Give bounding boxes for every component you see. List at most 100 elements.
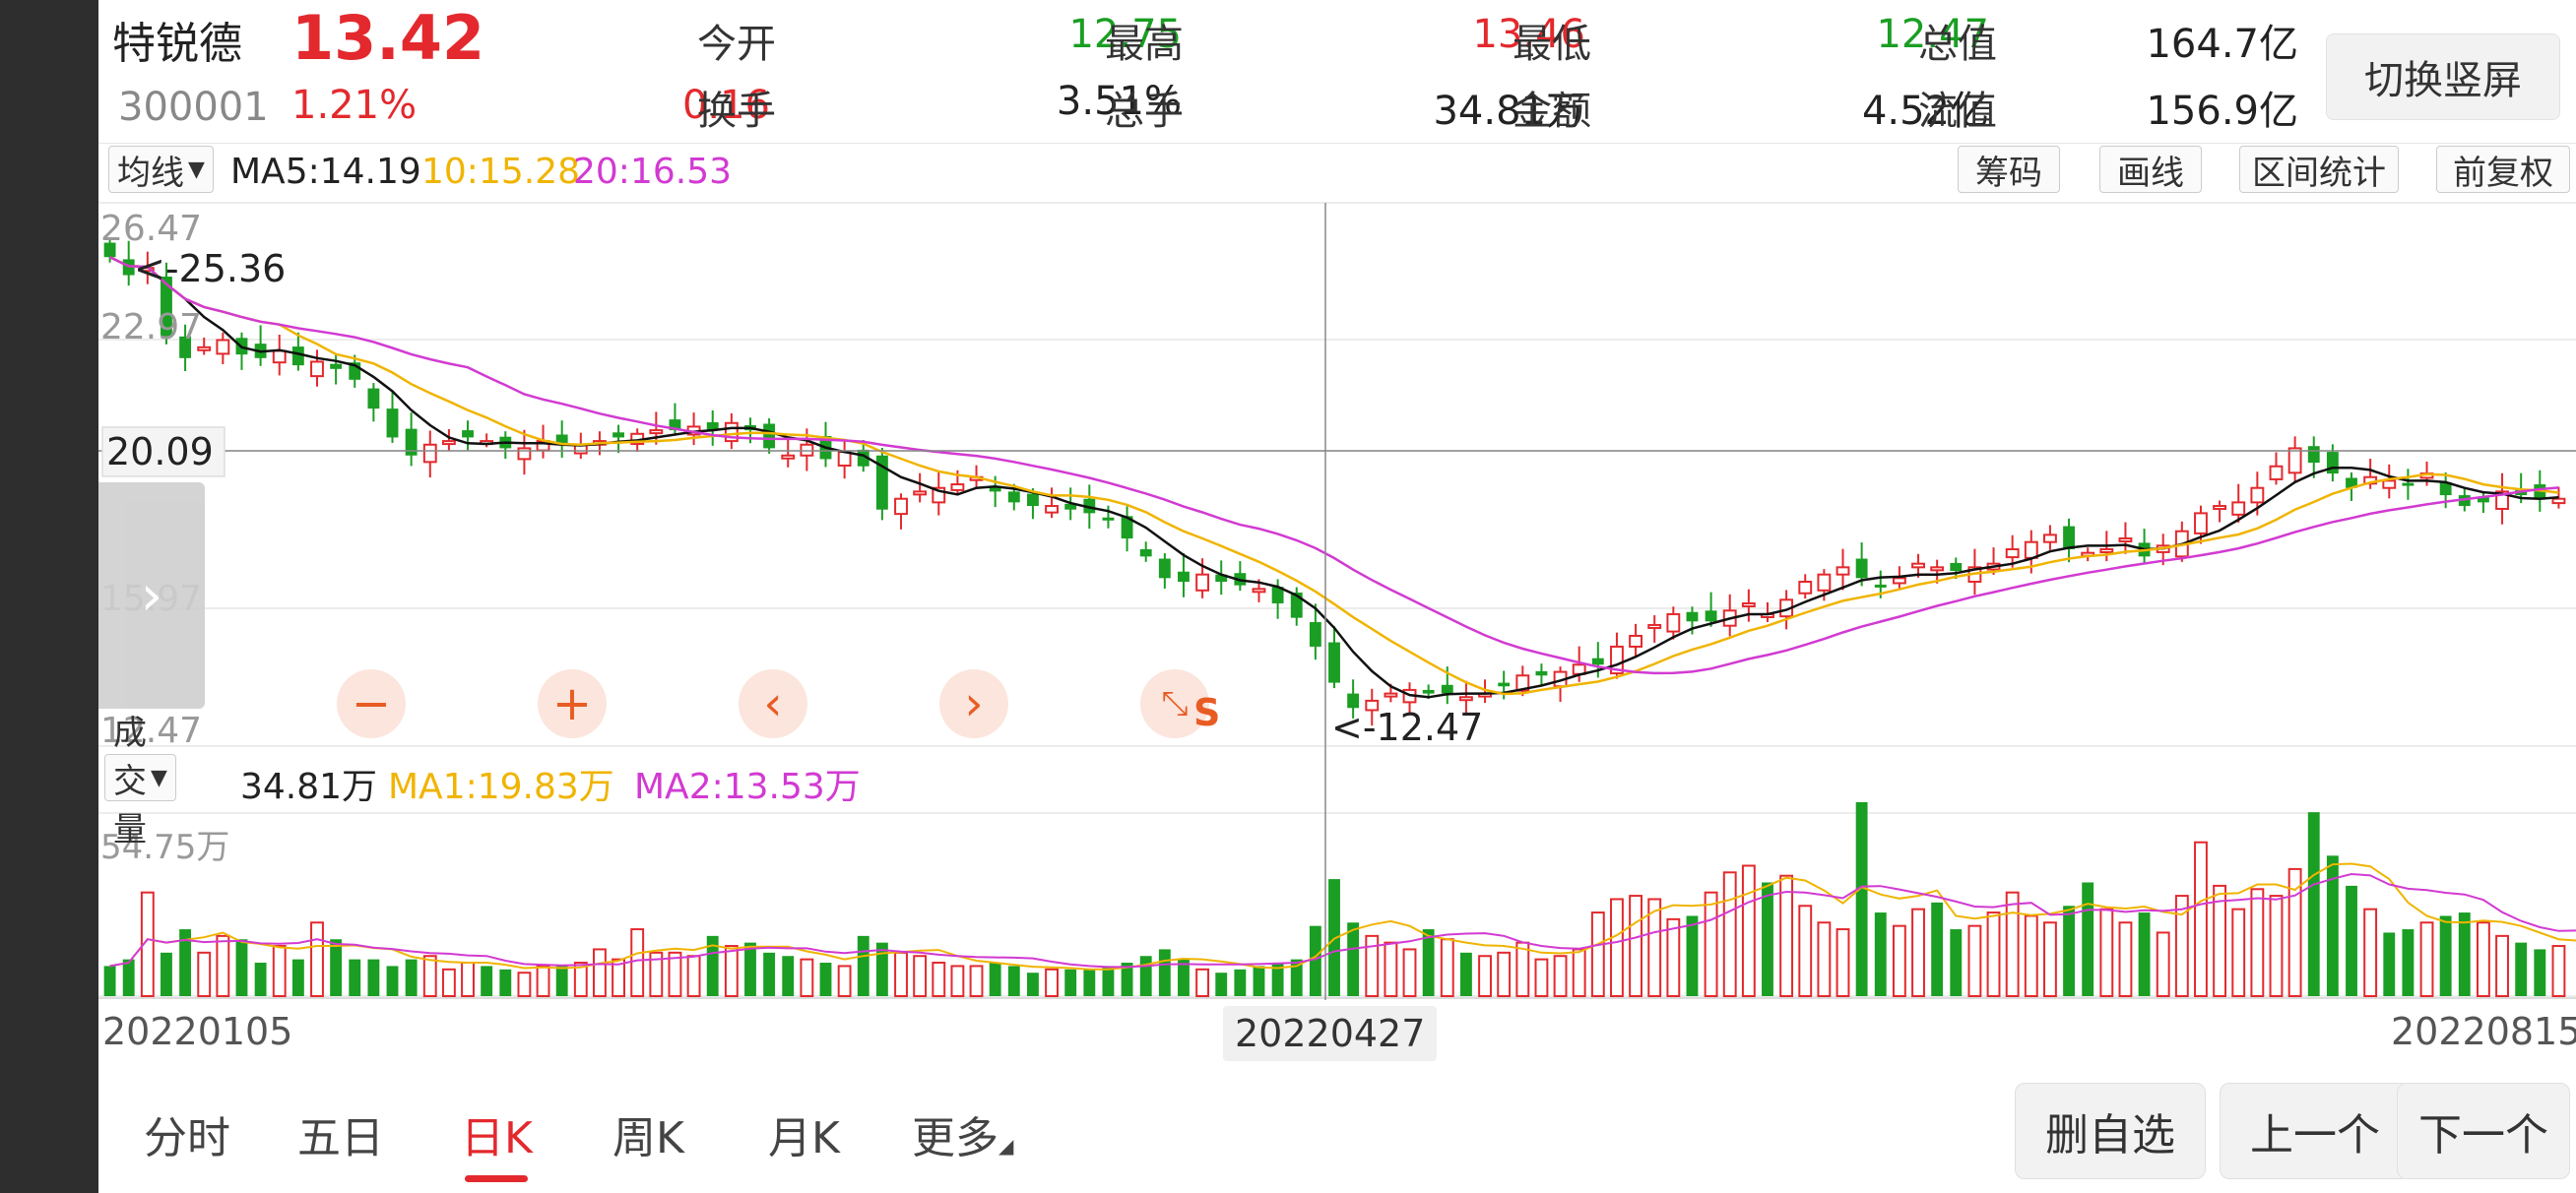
candle-body xyxy=(422,443,437,464)
volume-bar xyxy=(1950,929,1963,996)
tab-intraday[interactable]: 分时 xyxy=(144,1102,230,1165)
candle-body xyxy=(1328,642,1340,683)
plus-icon: + xyxy=(551,676,593,731)
volume-selector[interactable]: 成交量 ▼ xyxy=(104,714,176,849)
volume-bar xyxy=(1384,941,1398,998)
volume-bar xyxy=(1139,956,1152,996)
volume-bar xyxy=(1779,874,1794,997)
volume-bar xyxy=(2515,942,2528,996)
volume-bar xyxy=(989,963,1001,996)
volume-bar xyxy=(1986,911,2001,997)
scroll-left-button[interactable]: ‹ xyxy=(739,669,807,738)
minus-icon: − xyxy=(351,676,392,731)
volume-bar xyxy=(422,955,437,997)
volume-bar xyxy=(1967,924,1982,997)
reset-view-button[interactable]: ⤡ S xyxy=(1140,669,1220,738)
volume-bar xyxy=(2476,921,2490,997)
candle-body xyxy=(1591,658,1604,665)
candle-body xyxy=(1422,689,1435,694)
expand-left-handle[interactable]: › xyxy=(98,482,205,709)
chevron-left-icon: ‹ xyxy=(763,676,783,731)
volume-bar xyxy=(857,935,869,996)
volume-bar xyxy=(386,966,399,996)
volume-bar xyxy=(103,966,116,996)
tab-weekly-k[interactable]: 周K xyxy=(612,1102,684,1165)
price-axis-label: 22.97 xyxy=(100,307,202,347)
volume-bar xyxy=(2551,945,2566,997)
candle-body xyxy=(2194,512,2208,534)
volume-ma2: MA2:13.53万 xyxy=(634,767,861,807)
volume-bar xyxy=(330,939,343,996)
volume-bar xyxy=(2269,895,2284,998)
volume-bar xyxy=(1892,924,1906,997)
volume-bar xyxy=(593,948,607,997)
candle-body xyxy=(781,454,796,460)
volume-bar xyxy=(782,956,795,996)
tab-monthly-k[interactable]: 月K xyxy=(768,1102,840,1165)
volume-bar xyxy=(2138,912,2151,996)
tab-five-day[interactable]: 五日 xyxy=(297,1102,384,1165)
candle-body xyxy=(441,440,456,446)
candle-body xyxy=(1874,584,1887,588)
candle-body xyxy=(2382,479,2397,489)
candle-body xyxy=(1647,623,1662,629)
volume-bar xyxy=(536,965,550,998)
volume-bar xyxy=(291,959,304,996)
volume-bar xyxy=(1402,948,1417,997)
scroll-right-button[interactable]: › xyxy=(939,669,1008,738)
candle-body xyxy=(1892,577,1906,585)
volume-bar xyxy=(1422,929,1435,996)
volume-bar xyxy=(2118,921,2133,997)
reset-view-label: S xyxy=(1193,691,1221,734)
volume-bar xyxy=(1440,938,1454,998)
volume-bar xyxy=(310,921,324,997)
volume-bar xyxy=(367,959,380,996)
volume-bar xyxy=(2439,915,2452,996)
volume-bar xyxy=(1553,955,1568,997)
candle-body xyxy=(1950,562,1963,572)
remove-watchlist-button[interactable]: 删自选 xyxy=(2015,1083,2206,1179)
candle-body xyxy=(197,345,212,351)
volume-bar xyxy=(1215,973,1228,996)
next-stock-button[interactable]: 下一个 xyxy=(2397,1083,2570,1179)
candle-body xyxy=(2269,465,2284,480)
candle-body xyxy=(2213,505,2227,511)
volume-bar xyxy=(2346,885,2357,996)
tab-more[interactable]: 更多◢ xyxy=(912,1102,1013,1165)
volume-bar xyxy=(837,965,852,998)
candle-body xyxy=(1798,580,1813,595)
volume-bar xyxy=(2534,949,2546,996)
volume-bar xyxy=(122,959,135,996)
previous-stock-button[interactable]: 上一个 xyxy=(2220,1083,2411,1179)
zoom-in-button[interactable]: + xyxy=(538,669,607,738)
candle-body xyxy=(800,443,814,457)
volume-series xyxy=(103,801,2576,998)
candle-body xyxy=(1195,573,1210,592)
crosshair-date: 20220427 xyxy=(1223,1006,1438,1061)
candle-body xyxy=(1629,634,1643,648)
caret-down-icon: ▼ xyxy=(151,765,167,790)
volume-bar xyxy=(2099,908,2114,997)
zoom-out-button[interactable]: − xyxy=(337,669,406,738)
volume-bar xyxy=(1704,891,1718,998)
volume-bar xyxy=(1722,871,1737,998)
volume-bar xyxy=(1064,969,1077,996)
volume-bar xyxy=(2250,888,2265,997)
volume-bar xyxy=(2402,929,2415,996)
volume-bar xyxy=(272,945,287,997)
volume-bar xyxy=(2005,891,2020,998)
volume-bar xyxy=(686,955,701,997)
kline-chart[interactable]: 26.4722.9720.0915.9712.47<-25.36<-12.475… xyxy=(98,0,2576,1073)
volume-bar xyxy=(1629,895,1643,998)
volume-bar xyxy=(630,928,645,998)
candle-body xyxy=(2063,526,2075,550)
candle-body xyxy=(1835,566,1850,576)
volume-selector-label: 成交量 xyxy=(113,713,147,849)
candle-body xyxy=(1535,670,1548,676)
volume-bar xyxy=(894,951,908,998)
volume-bar xyxy=(2383,932,2396,996)
low-price-marker: <-12.47 xyxy=(1331,706,1483,749)
candle-body xyxy=(1045,505,1059,514)
tab-daily-k[interactable]: 日K xyxy=(461,1102,533,1165)
chevron-right-icon: › xyxy=(964,676,984,731)
